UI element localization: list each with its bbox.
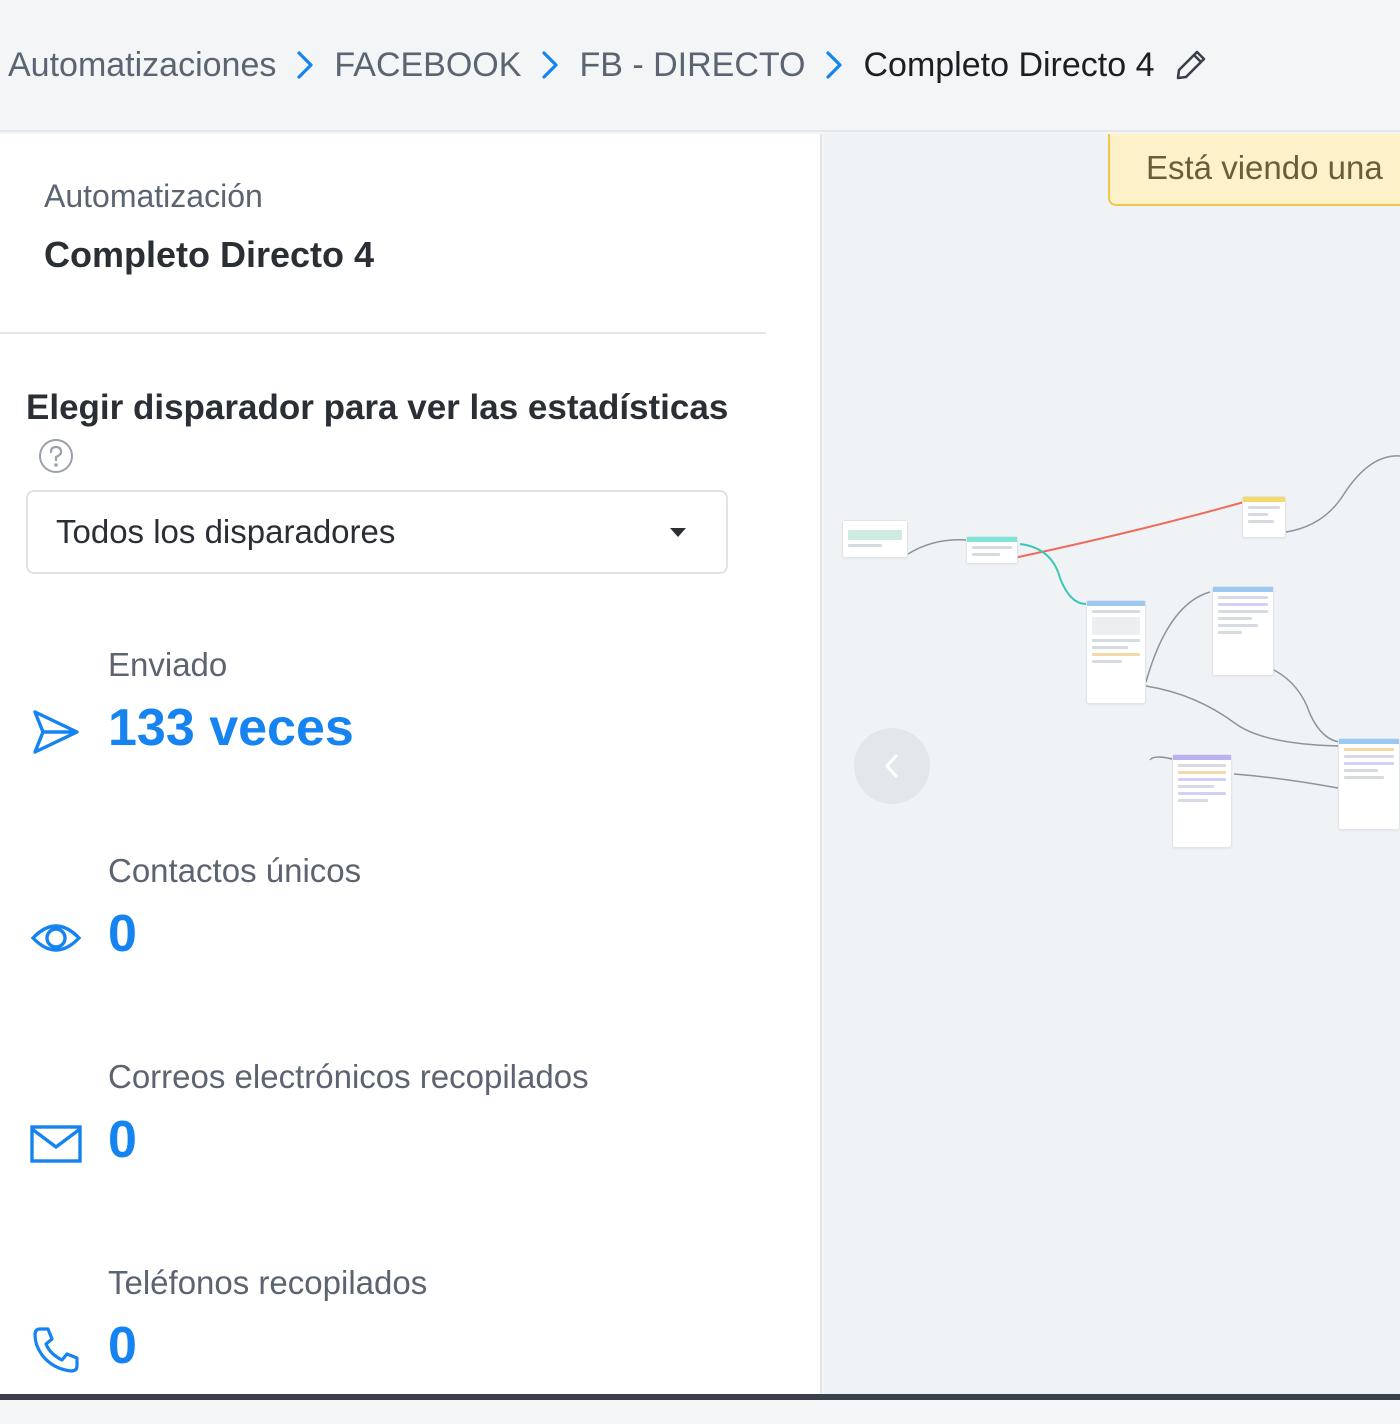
flow-node-message[interactable] (1212, 586, 1274, 676)
breadcrumb-current: Completo Directo 4 (863, 45, 1155, 84)
eye-icon (28, 910, 84, 966)
trigger-select[interactable]: Todos los disparadores (26, 490, 728, 574)
trigger-select-value: Todos los disparadores (56, 513, 396, 550)
stat-label: Teléfonos recopilados (108, 1264, 428, 1301)
chevron-left-icon (885, 754, 898, 778)
flow-node-trigger[interactable] (842, 520, 908, 558)
flow-edge (1273, 669, 1341, 743)
flow-node-message[interactable] (1338, 738, 1400, 830)
stat-label: Correos electrónicos recopilados (108, 1058, 589, 1095)
flow-node-condition[interactable] (1242, 496, 1286, 538)
stats-panel: Automatización Completo Directo 4 Elegir… (0, 134, 822, 1400)
stat-value: 0 (108, 1317, 137, 1375)
trigger-title: Elegir disparador para ver las estadísti… (26, 388, 729, 427)
phone-icon (28, 1322, 84, 1378)
flow-node-message[interactable] (1086, 600, 1146, 704)
help-icon[interactable] (38, 438, 74, 474)
pencil-icon[interactable] (1173, 47, 1209, 83)
flow-edge (1145, 685, 1339, 747)
breadcrumb: Automatizaciones FACEBOOK FB - DIRECTO C… (0, 0, 1400, 132)
stat-label: Enviado (108, 646, 228, 683)
automation-label: Automatización (44, 178, 263, 214)
stat-unique-contacts: Contactos únicos 0 (0, 852, 766, 1012)
flow-node-start[interactable] (966, 536, 1018, 564)
breadcrumb-item-fb-directo[interactable]: FB - DIRECTO (579, 46, 805, 85)
flow-edge (1019, 543, 1087, 605)
flow-edge (1285, 455, 1400, 533)
flow-edge (1233, 773, 1339, 789)
stat-label: Contactos únicos (108, 852, 362, 889)
flow-edge (1145, 591, 1211, 683)
chevron-right-icon (521, 45, 579, 85)
mail-icon (28, 1116, 84, 1172)
automation-name: Completo Directo 4 (44, 234, 375, 275)
stat-value: 0 (108, 1111, 137, 1169)
flow-canvas[interactable]: Está viendo una (824, 134, 1400, 1400)
send-icon (28, 704, 84, 760)
prev-arrow-button[interactable] (854, 728, 930, 804)
taskbar-edge (0, 1394, 1400, 1400)
flow-node-message[interactable] (1172, 754, 1232, 848)
breadcrumb-item-facebook[interactable]: FACEBOOK (334, 46, 521, 85)
stat-phones: Teléfonos recopilados 0 (0, 1264, 766, 1424)
chevron-right-icon (276, 45, 334, 85)
stat-value: 0 (108, 905, 137, 963)
flow-edge (1013, 501, 1245, 559)
stat-sent: Enviado 133 veces (0, 646, 766, 806)
stat-emails: Correos electrónicos recopilados 0 (0, 1058, 766, 1218)
flow-edge (907, 539, 967, 555)
chevron-right-icon (805, 45, 863, 85)
stat-value: 133 veces (108, 699, 354, 757)
caret-down-icon (670, 528, 686, 537)
breadcrumb-item-automatizaciones[interactable]: Automatizaciones (8, 46, 276, 85)
automation-header: Automatización Completo Directo 4 (0, 134, 766, 334)
